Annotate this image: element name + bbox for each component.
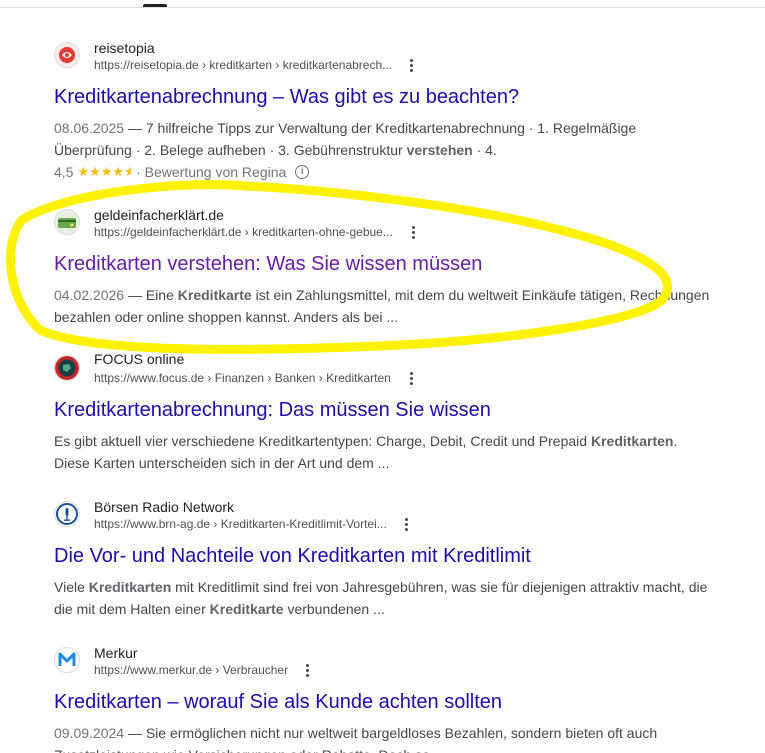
result-snippet: 04.02.2026 — Eine Kreditkarte ist ein Za…: [54, 284, 714, 328]
result-source[interactable]: FOCUS online https://www.focus.de › Fina…: [54, 351, 714, 387]
snippet-keyword: Kreditkarte: [177, 287, 252, 303]
search-result-1: reisetopia https://reisetopia.de › kredi…: [54, 40, 714, 183]
result-source[interactable]: reisetopia https://reisetopia.de › kredi…: [54, 40, 714, 74]
site-url: https://geldeinfacherklärt.de › kreditka…: [94, 225, 393, 239]
result-title-link[interactable]: Die Vor- und Nachteile von Kreditkarten …: [54, 543, 714, 569]
snippet-text: Es gibt aktuell vier verschiedene Kredit…: [54, 433, 591, 449]
snippet-text: — 7 hilfreiche Tipps zur Verwaltung der …: [54, 120, 637, 158]
merkur-logo-icon: [54, 647, 80, 673]
result-title-link[interactable]: Kreditkartenabrechnung – Was gibt es zu …: [54, 84, 714, 110]
result-snippet: Es gibt aktuell vier verschiedene Kredit…: [54, 430, 714, 474]
result-source[interactable]: Börsen Radio Network https://www.brn-ag.…: [54, 499, 714, 533]
result-source[interactable]: geldeinfacherklärt.de https://geldeinfac…: [54, 207, 714, 241]
rating-row: 4,5 ★★★★★ · Bewertung von Regina i: [54, 161, 714, 183]
snippet-text: Viele: [54, 579, 89, 595]
result-title-link[interactable]: Kreditkarten – worauf Sie als Kunde acht…: [54, 689, 714, 715]
site-name: FOCUS online: [94, 351, 185, 367]
site-url: https://www.brn-ag.de › Kreditkarten-Kre…: [94, 517, 387, 531]
result-snippet: 08.06.2025 — 7 hilfreiche Tipps zur Verw…: [54, 117, 714, 161]
more-options-icon[interactable]: [399, 516, 413, 532]
result-snippet: 09.09.2024 — Sie ermöglichen nicht nur w…: [54, 722, 714, 753]
site-name: geldeinfacherklärt.de: [94, 207, 224, 223]
more-options-icon[interactable]: [404, 57, 418, 73]
search-result-4: Börsen Radio Network https://www.brn-ag.…: [54, 499, 714, 620]
result-source[interactable]: Merkur https://www.merkur.de › Verbrauch…: [54, 645, 714, 679]
site-name: Merkur: [94, 645, 138, 661]
site-url: https://www.focus.de › Finanzen › Banken…: [94, 371, 391, 385]
geldeinfacherklaert-logo-icon: [54, 209, 80, 235]
rating-text: · Bewertung von Regina: [136, 164, 287, 180]
more-options-icon[interactable]: [300, 662, 314, 678]
snippet-text: verbundenen ...: [283, 601, 385, 617]
header-divider: [0, 7, 765, 8]
site-name: Börsen Radio Network: [94, 499, 235, 515]
snippet-keyword: Kreditkarten: [590, 433, 674, 449]
more-options-icon[interactable]: [404, 370, 418, 386]
result-date: 09.09.2024: [54, 725, 125, 741]
search-result-3: FOCUS online https://www.focus.de › Fina…: [54, 351, 714, 474]
rating-stars-icon: ★★★★★: [77, 164, 132, 179]
reisetopia-logo-icon: [54, 42, 80, 68]
result-snippet: Viele Kreditkarten mit Kreditlimit sind …: [54, 576, 714, 620]
site-url: https://www.merkur.de › Verbraucher: [94, 663, 289, 677]
rating-value: 4,5: [54, 164, 74, 180]
result-date: 08.06.2025: [54, 120, 125, 136]
info-icon[interactable]: i: [295, 165, 310, 179]
brn-logo-icon: [54, 501, 80, 527]
search-result-5: Merkur https://www.merkur.de › Verbrauch…: [54, 645, 714, 753]
snippet-keyword: Kreditkarten: [88, 579, 172, 595]
result-title-link[interactable]: Kreditkartenabrechnung: Das müssen Sie w…: [54, 397, 714, 423]
snippet-text: — Eine: [124, 287, 178, 303]
more-options-icon[interactable]: [406, 224, 420, 240]
snippet-keyword: Kreditkarte: [209, 601, 284, 617]
result-title-link[interactable]: Kreditkarten verstehen: Was Sie wissen m…: [54, 251, 714, 277]
focus-online-logo-icon: [54, 355, 80, 381]
snippet-keyword: verstehen: [406, 142, 473, 158]
search-result-2: geldeinfacherklärt.de https://geldeinfac…: [54, 207, 714, 328]
site-name: reisetopia: [94, 40, 155, 56]
result-date: 04.02.2026: [54, 287, 125, 303]
site-url: https://reisetopia.de › kreditkarten › k…: [94, 58, 393, 72]
snippet-text: — Sie ermöglichen nicht nur weltweit bar…: [54, 725, 658, 753]
snippet-text: · 4.: [472, 142, 497, 158]
